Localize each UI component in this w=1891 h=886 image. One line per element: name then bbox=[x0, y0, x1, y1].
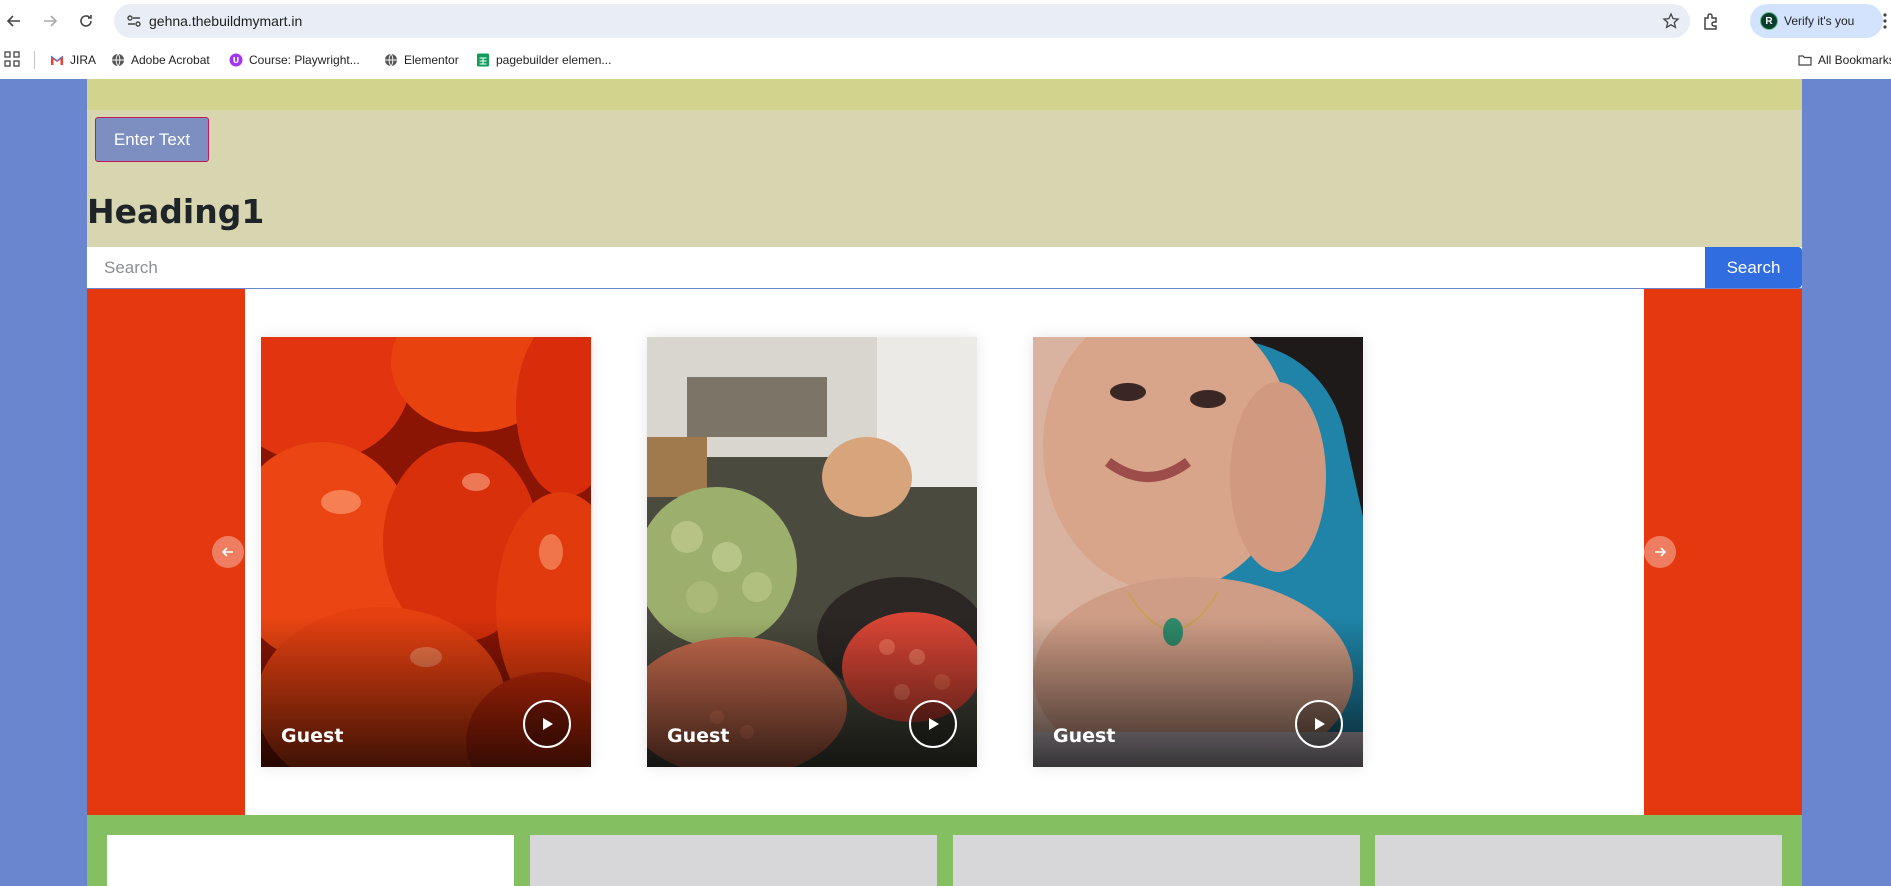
kebab-menu-icon[interactable] bbox=[1880, 12, 1890, 30]
play-icon bbox=[929, 718, 939, 730]
forward-button[interactable] bbox=[38, 9, 62, 33]
all-bookmarks-label: All Bookmarks bbox=[1818, 53, 1891, 67]
carousel-prev-button[interactable] bbox=[212, 536, 244, 568]
site-settings-icon[interactable] bbox=[126, 13, 142, 29]
play-icon bbox=[1315, 718, 1325, 730]
globe-icon bbox=[384, 53, 398, 67]
play-button[interactable] bbox=[1295, 700, 1343, 748]
profile-chip[interactable]: R Verify it's you bbox=[1750, 4, 1883, 38]
search-input[interactable] bbox=[87, 247, 1705, 288]
search-bar: Search bbox=[87, 247, 1802, 288]
bookmarks-divider bbox=[34, 51, 35, 69]
avatar: R bbox=[1760, 12, 1778, 30]
bookmark-label: Course: Playwright... bbox=[249, 53, 360, 67]
url-text[interactable]: gehna.thebuildmymart.in bbox=[149, 13, 302, 29]
course-icon: U bbox=[229, 53, 243, 67]
top-band bbox=[87, 79, 1802, 110]
bookmark-star-icon[interactable] bbox=[1662, 12, 1680, 30]
gmail-icon bbox=[50, 53, 64, 67]
profile-label: Verify it's you bbox=[1784, 14, 1855, 28]
play-icon bbox=[543, 718, 553, 730]
address-bar[interactable]: gehna.thebuildmymart.in bbox=[114, 4, 1690, 38]
carousel-next-button[interactable] bbox=[1644, 536, 1676, 568]
browser-toolbar: gehna.thebuildmymart.in R Verify it's yo… bbox=[0, 0, 1891, 42]
header-section: Enter Text Heading1 bbox=[87, 110, 1802, 247]
play-button[interactable] bbox=[523, 700, 571, 748]
card-name: Guest bbox=[1053, 725, 1116, 747]
page-heading: Heading1 bbox=[87, 192, 265, 231]
bookmark-course-playwright[interactable]: U Course: Playwright... bbox=[229, 49, 360, 71]
apps-grid-icon[interactable] bbox=[4, 51, 20, 67]
bookmark-elementor[interactable]: Elementor bbox=[384, 49, 459, 71]
bookmark-adobe-acrobat[interactable]: Adobe Acrobat bbox=[111, 49, 210, 71]
back-button[interactable] bbox=[2, 9, 26, 33]
bookmarks-bar: JIRA Adobe Acrobat U Course: Playwright.… bbox=[0, 42, 1891, 78]
reload-icon bbox=[80, 15, 92, 27]
arrow-left-icon bbox=[221, 547, 233, 557]
bookmark-label: JIRA bbox=[70, 53, 97, 67]
play-button[interactable] bbox=[909, 700, 957, 748]
bookmark-label: Adobe Acrobat bbox=[131, 53, 210, 67]
page-container: Enter Text Heading1 Search Search Guest … bbox=[87, 79, 1802, 886]
reload-button[interactable] bbox=[74, 9, 98, 33]
video-card[interactable]: Guest bbox=[1033, 337, 1363, 767]
sheets-icon bbox=[476, 53, 490, 67]
svg-text:U: U bbox=[233, 56, 240, 65]
bookmark-label: Elementor bbox=[404, 53, 459, 67]
bottom-card bbox=[530, 835, 937, 886]
back-arrow-icon bbox=[6, 15, 20, 27]
video-card[interactable]: Guest bbox=[261, 337, 591, 767]
globe-icon bbox=[111, 53, 125, 67]
card-name: Guest bbox=[667, 725, 730, 747]
bottom-section bbox=[87, 815, 1802, 886]
forward-arrow-icon bbox=[44, 15, 58, 27]
video-card[interactable]: Guest bbox=[647, 337, 977, 767]
bookmark-label: pagebuilder elemen... bbox=[496, 53, 612, 67]
bottom-card bbox=[1375, 835, 1782, 886]
folder-icon bbox=[1798, 53, 1812, 67]
bottom-card bbox=[953, 835, 1360, 886]
enter-text-button[interactable]: Enter Text bbox=[95, 117, 209, 162]
bookmark-pagebuilder[interactable]: pagebuilder elemen... bbox=[476, 49, 611, 71]
bookmark-jira[interactable]: JIRA bbox=[50, 49, 96, 71]
extensions-puzzle-icon[interactable] bbox=[1700, 10, 1722, 32]
carousel: Guest Guest Guest bbox=[87, 289, 1802, 815]
search-button[interactable]: Search bbox=[1705, 247, 1802, 288]
all-bookmarks-button[interactable]: All Bookmarks bbox=[1798, 49, 1891, 71]
arrow-right-icon bbox=[1655, 547, 1667, 557]
card-name: Guest bbox=[281, 725, 344, 747]
bottom-card bbox=[107, 835, 514, 886]
